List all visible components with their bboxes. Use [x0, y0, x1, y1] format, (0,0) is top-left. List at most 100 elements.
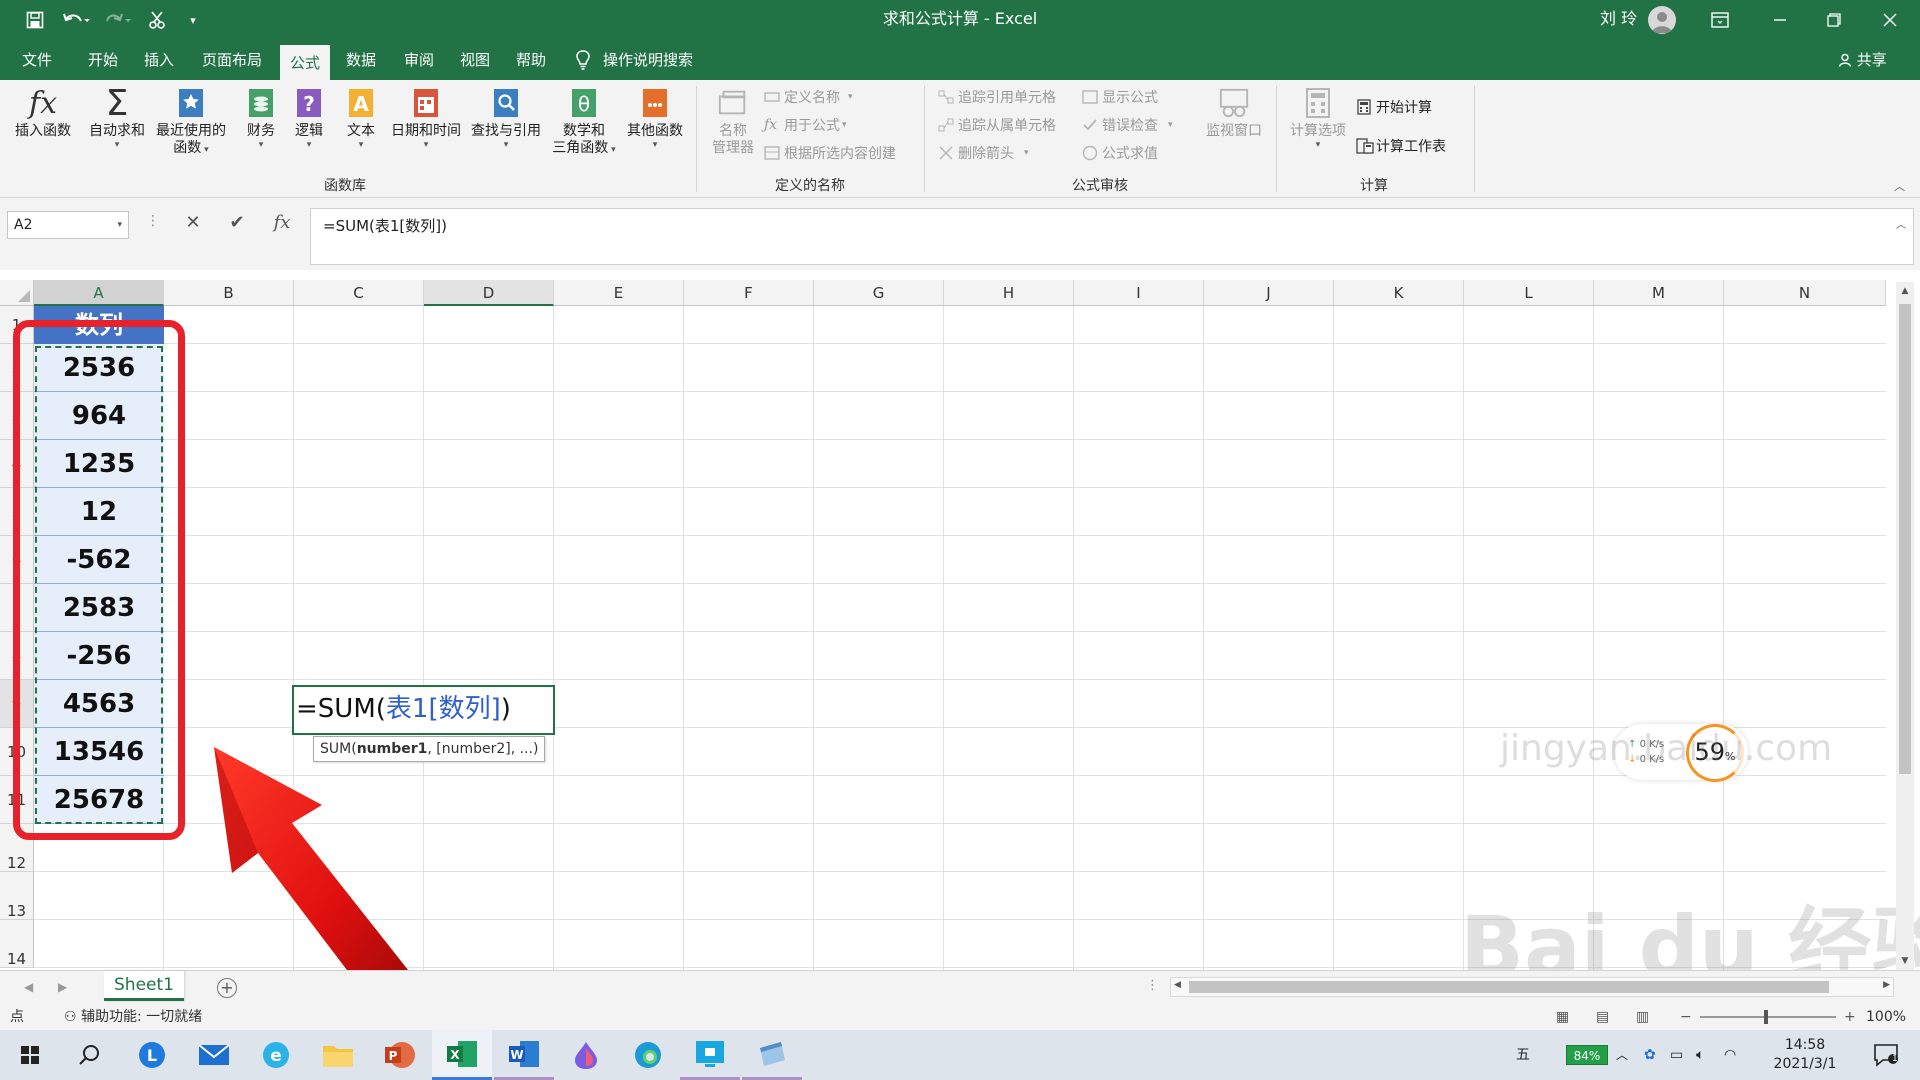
- select-all-corner[interactable]: [0, 280, 34, 306]
- insert-function-button[interactable]: fx 插入函数: [6, 86, 80, 140]
- zoom-slider-thumb[interactable]: [1764, 1010, 1768, 1024]
- tab-file[interactable]: 文件: [10, 40, 64, 80]
- error-checking-button[interactable]: 错误检查 ▾: [1082, 114, 1173, 136]
- chevron-down-icon[interactable]: ▾: [117, 212, 122, 238]
- zoom-in-icon[interactable]: +: [1844, 1004, 1856, 1030]
- calculate-now-button[interactable]: 开始计算: [1356, 96, 1432, 118]
- scroll-down-icon[interactable]: ▼: [1896, 952, 1914, 970]
- normal-view-icon[interactable]: ▦: [1556, 1004, 1569, 1030]
- more-functions-button[interactable]: 其他函数 ▾: [620, 86, 690, 150]
- date-time-button[interactable]: 日期和时间 ▾: [386, 86, 466, 150]
- scroll-up-icon[interactable]: ▲: [1896, 282, 1914, 300]
- row-header-6[interactable]: 6: [0, 536, 34, 584]
- column-header-k[interactable]: K: [1334, 280, 1464, 306]
- table-cell[interactable]: 1235: [34, 440, 164, 488]
- column-header-g[interactable]: G: [814, 280, 944, 306]
- excel-icon[interactable]: X: [432, 1030, 492, 1080]
- search-icon[interactable]: [60, 1030, 120, 1080]
- scroll-left-icon[interactable]: ◀: [1174, 980, 1181, 990]
- enter-check-icon[interactable]: ✔: [225, 212, 249, 233]
- tab-page-layout[interactable]: 页面布局: [196, 40, 268, 80]
- calculate-sheet-button[interactable]: 计算工作表: [1356, 135, 1446, 157]
- table-cell[interactable]: 2536: [34, 344, 164, 392]
- watch-window-button[interactable]: 监视窗口: [1198, 86, 1270, 140]
- table-cell[interactable]: 4563: [34, 680, 164, 728]
- sheet-prev-icon[interactable]: ◀: [24, 971, 33, 1003]
- worksheet-grid[interactable]: ABCDEFGHIJKLMN 1 2 3 4 5 6 7 8 9 10 11 12 13 14 数列 25…: [0, 270, 1920, 970]
- row-header-10[interactable]: 10: [0, 728, 34, 776]
- table-cell[interactable]: 13546: [34, 728, 164, 776]
- column-header-f[interactable]: F: [684, 280, 814, 306]
- notification-icon[interactable]: 1: [1856, 1030, 1916, 1080]
- row-header-13[interactable]: 13: [0, 872, 34, 920]
- app-circle-icon[interactable]: L: [122, 1030, 182, 1080]
- wifi-icon[interactable]: ◠: [1724, 1030, 1736, 1080]
- column-header-n[interactable]: N: [1724, 280, 1886, 306]
- row-header-9[interactable]: 9: [0, 680, 34, 728]
- logical-button[interactable]: ? 逻辑 ▾: [288, 86, 330, 150]
- trace-precedents-button[interactable]: 追踪引用单元格: [938, 86, 1056, 108]
- zoom-out-icon[interactable]: −: [1680, 1004, 1692, 1030]
- close-icon[interactable]: [1862, 0, 1918, 40]
- column-header-l[interactable]: L: [1464, 280, 1594, 306]
- powerpoint-icon[interactable]: P: [370, 1030, 430, 1080]
- paw-icon[interactable]: ✿: [1644, 1030, 1656, 1080]
- insert-function-icon[interactable]: fx: [270, 212, 294, 233]
- row-header-2[interactable]: 2: [0, 344, 34, 392]
- column-header-i[interactable]: I: [1074, 280, 1204, 306]
- collapse-ribbon-icon[interactable]: ︿: [1894, 178, 1905, 194]
- table-cell[interactable]: -256: [34, 632, 164, 680]
- row-header-11[interactable]: 11: [0, 776, 34, 824]
- restore-icon[interactable]: [1806, 0, 1862, 40]
- row-header-12[interactable]: 12: [0, 824, 34, 872]
- name-manager-button[interactable]: 名称 管理器: [704, 86, 762, 157]
- column-header-a[interactable]: A: [34, 280, 164, 306]
- tab-formulas[interactable]: 公式: [280, 43, 330, 80]
- zoom-level[interactable]: 100%: [1866, 1004, 1906, 1030]
- screen-app-icon[interactable]: [680, 1030, 740, 1080]
- tell-me-search[interactable]: 操作说明搜索: [575, 40, 693, 80]
- text-button[interactable]: A 文本 ▾: [340, 86, 382, 150]
- table-cell[interactable]: 12: [34, 488, 164, 536]
- drag-handle-icon[interactable]: ⋮: [146, 214, 160, 228]
- user-name[interactable]: 刘 玲: [1600, 0, 1637, 40]
- split-handle-icon[interactable]: ⋮: [1146, 978, 1159, 993]
- autosum-button[interactable]: Σ 自动求和 ▾: [84, 85, 150, 150]
- row-header-8[interactable]: 8: [0, 632, 34, 680]
- tab-help[interactable]: 帮助: [504, 40, 558, 80]
- drop-app-icon[interactable]: [556, 1030, 616, 1080]
- editing-cell-c9[interactable]: =SUM(表1[数列]): [292, 685, 555, 735]
- system-clock[interactable]: 14:58 2021/3/1: [1760, 1036, 1850, 1074]
- sheet-tab-sheet1[interactable]: Sheet1: [104, 971, 184, 1001]
- battery-indicator[interactable]: 84%: [1566, 1045, 1608, 1065]
- volume-icon[interactable]: 🔈︎: [1696, 1030, 1704, 1080]
- ribbon-display-icon[interactable]: [1692, 0, 1748, 40]
- cancel-icon[interactable]: ✕: [181, 212, 205, 233]
- row-header-14[interactable]: 14: [0, 920, 34, 968]
- scroll-right-icon[interactable]: ▶: [1883, 980, 1890, 990]
- ime-indicator[interactable]: 五: [1516, 1030, 1530, 1080]
- save-icon[interactable]: [20, 0, 50, 40]
- function-argument-tooltip[interactable]: SUM(number1, [number2], ...): [313, 736, 546, 762]
- page-layout-view-icon[interactable]: ▤: [1596, 1004, 1609, 1030]
- show-formulas-button[interactable]: 显示公式: [1082, 86, 1158, 108]
- tab-insert[interactable]: 插入: [132, 40, 186, 80]
- expand-formula-bar-icon[interactable]: ︿: [1896, 216, 1906, 231]
- table-cell[interactable]: 25678: [34, 776, 164, 824]
- vertical-scroll-thumb[interactable]: [1899, 304, 1911, 774]
- recently-used-button[interactable]: 最近使用的 函数 ▾: [150, 86, 232, 157]
- table-cell[interactable]: 964: [34, 392, 164, 440]
- table-cell[interactable]: -562: [34, 536, 164, 584]
- browser-e-icon[interactable]: e: [246, 1030, 306, 1080]
- remove-arrows-button[interactable]: 删除箭头 ▾: [938, 142, 1029, 164]
- sheet-next-icon[interactable]: ▶: [58, 971, 67, 1003]
- evaluate-formula-button[interactable]: 公式求值: [1082, 142, 1158, 164]
- column-header-h[interactable]: H: [944, 280, 1074, 306]
- name-box[interactable]: A2 ▾: [7, 211, 129, 239]
- battery-icon[interactable]: ▭: [1670, 1030, 1683, 1080]
- cut-icon[interactable]: [142, 0, 172, 40]
- column-header-b[interactable]: B: [164, 280, 294, 306]
- define-name-button[interactable]: 定义名称 ▾: [764, 86, 853, 108]
- mail-icon[interactable]: [184, 1030, 244, 1080]
- chevron-up-icon[interactable]: ︿: [1616, 1030, 1628, 1080]
